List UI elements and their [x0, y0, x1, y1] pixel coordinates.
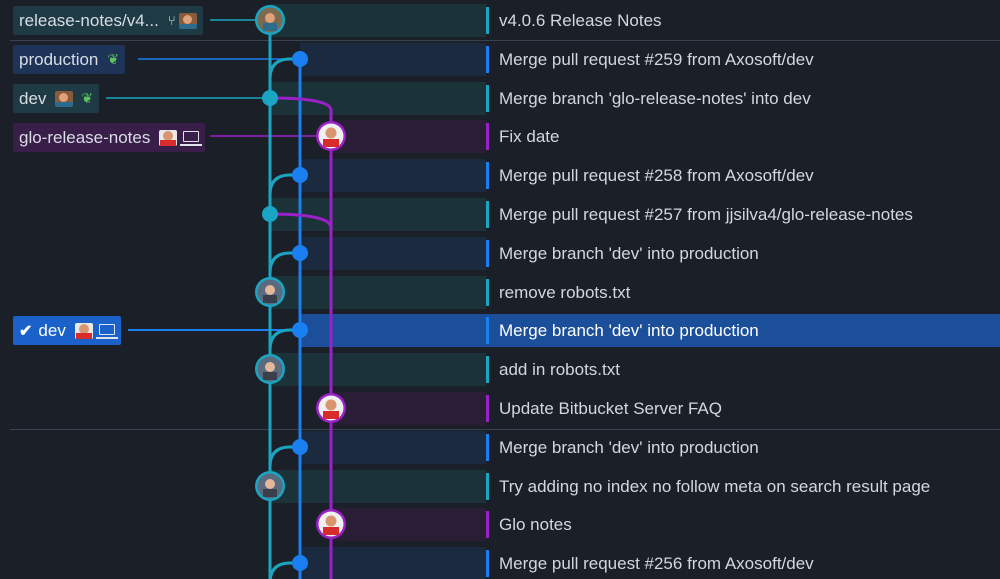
commit-message: Merge branch 'dev' into production: [499, 244, 759, 263]
commit-message: Glo notes: [499, 515, 572, 534]
ref-dev[interactable]: dev ❦: [13, 84, 100, 113]
commit-message: Merge branch 'glo-release-notes' into de…: [499, 89, 811, 108]
commit-dot: [292, 439, 308, 455]
laptop-icon: [180, 130, 203, 146]
ref-production-label: production: [19, 49, 99, 69]
avatar-icon: [74, 322, 93, 339]
ref-glo-release-notes-label: glo-release-notes: [19, 127, 151, 147]
commit-message: v4.0.6 Release Notes: [499, 11, 662, 30]
commit-dot: [262, 90, 278, 106]
avatar-icon: [159, 129, 178, 146]
commit-message: Merge branch 'dev' into production: [499, 438, 759, 457]
commit-message: add in robots.txt: [499, 360, 620, 379]
commit-dot: [262, 206, 278, 222]
ref-dev-label: dev: [19, 88, 47, 108]
avatar-face: [325, 127, 337, 139]
commit-message: Try adding no index no follow meta on se…: [499, 477, 931, 496]
avatar-shirt: [323, 139, 339, 147]
commit-dot: [292, 555, 308, 571]
commit-dot: [292, 245, 308, 261]
avatar-face: [265, 362, 275, 372]
ref-release-notes[interactable]: release-notes/v4... ⑂: [13, 6, 203, 35]
avatar-face: [325, 399, 337, 411]
avatar-face: [325, 515, 337, 527]
ref-dev-checked-out[interactable]: ✔ dev: [13, 316, 121, 345]
leaf-icon: ❦: [107, 51, 120, 67]
commit-dot: [292, 322, 308, 338]
laptop-icon: [95, 323, 118, 339]
avatar-shirt: [263, 23, 277, 31]
avatar-shirt: [323, 527, 339, 535]
avatar-shirt: [263, 489, 277, 497]
commit-message: Merge pull request #257 from jjsilva4/gl…: [499, 205, 913, 224]
commit-message: Update Bitbucket Server FAQ: [499, 399, 722, 418]
ref-production[interactable]: production ❦: [13, 45, 126, 74]
ref-dev-checked-out-label: dev: [38, 320, 66, 340]
avatar-shirt: [263, 372, 277, 380]
commit-message: Merge pull request #259 from Axosoft/dev: [499, 50, 814, 69]
commit-message: Fix date: [499, 127, 560, 146]
commit-message: Merge branch 'dev' into production: [499, 321, 759, 340]
commit-message: Merge pull request #256 from Axosoft/dev: [499, 554, 814, 573]
avatar-shirt: [263, 295, 277, 303]
commit-message: remove robots.txt: [499, 283, 631, 302]
commit-message: Merge pull request #258 from Axosoft/dev: [499, 166, 814, 185]
commit-dot: [292, 167, 308, 183]
check-icon: ✔: [19, 322, 33, 340]
avatar-face: [265, 13, 275, 23]
ref-release-notes-label: release-notes/v4...: [19, 10, 159, 30]
avatar-face: [265, 479, 275, 489]
commit-graph-view: v4.0.6 Release Notes Merge pull request #…: [0, 0, 1000, 579]
leaf-icon: ❦: [81, 90, 94, 106]
branch-icon: ⑂: [167, 13, 176, 28]
avatar-face: [265, 285, 275, 295]
commit-dot: [292, 51, 308, 67]
avatar-icon: [55, 90, 74, 107]
avatar-icon: [178, 12, 197, 29]
avatar-shirt: [323, 411, 339, 419]
ref-glo-release-notes[interactable]: glo-release-notes: [13, 123, 206, 152]
